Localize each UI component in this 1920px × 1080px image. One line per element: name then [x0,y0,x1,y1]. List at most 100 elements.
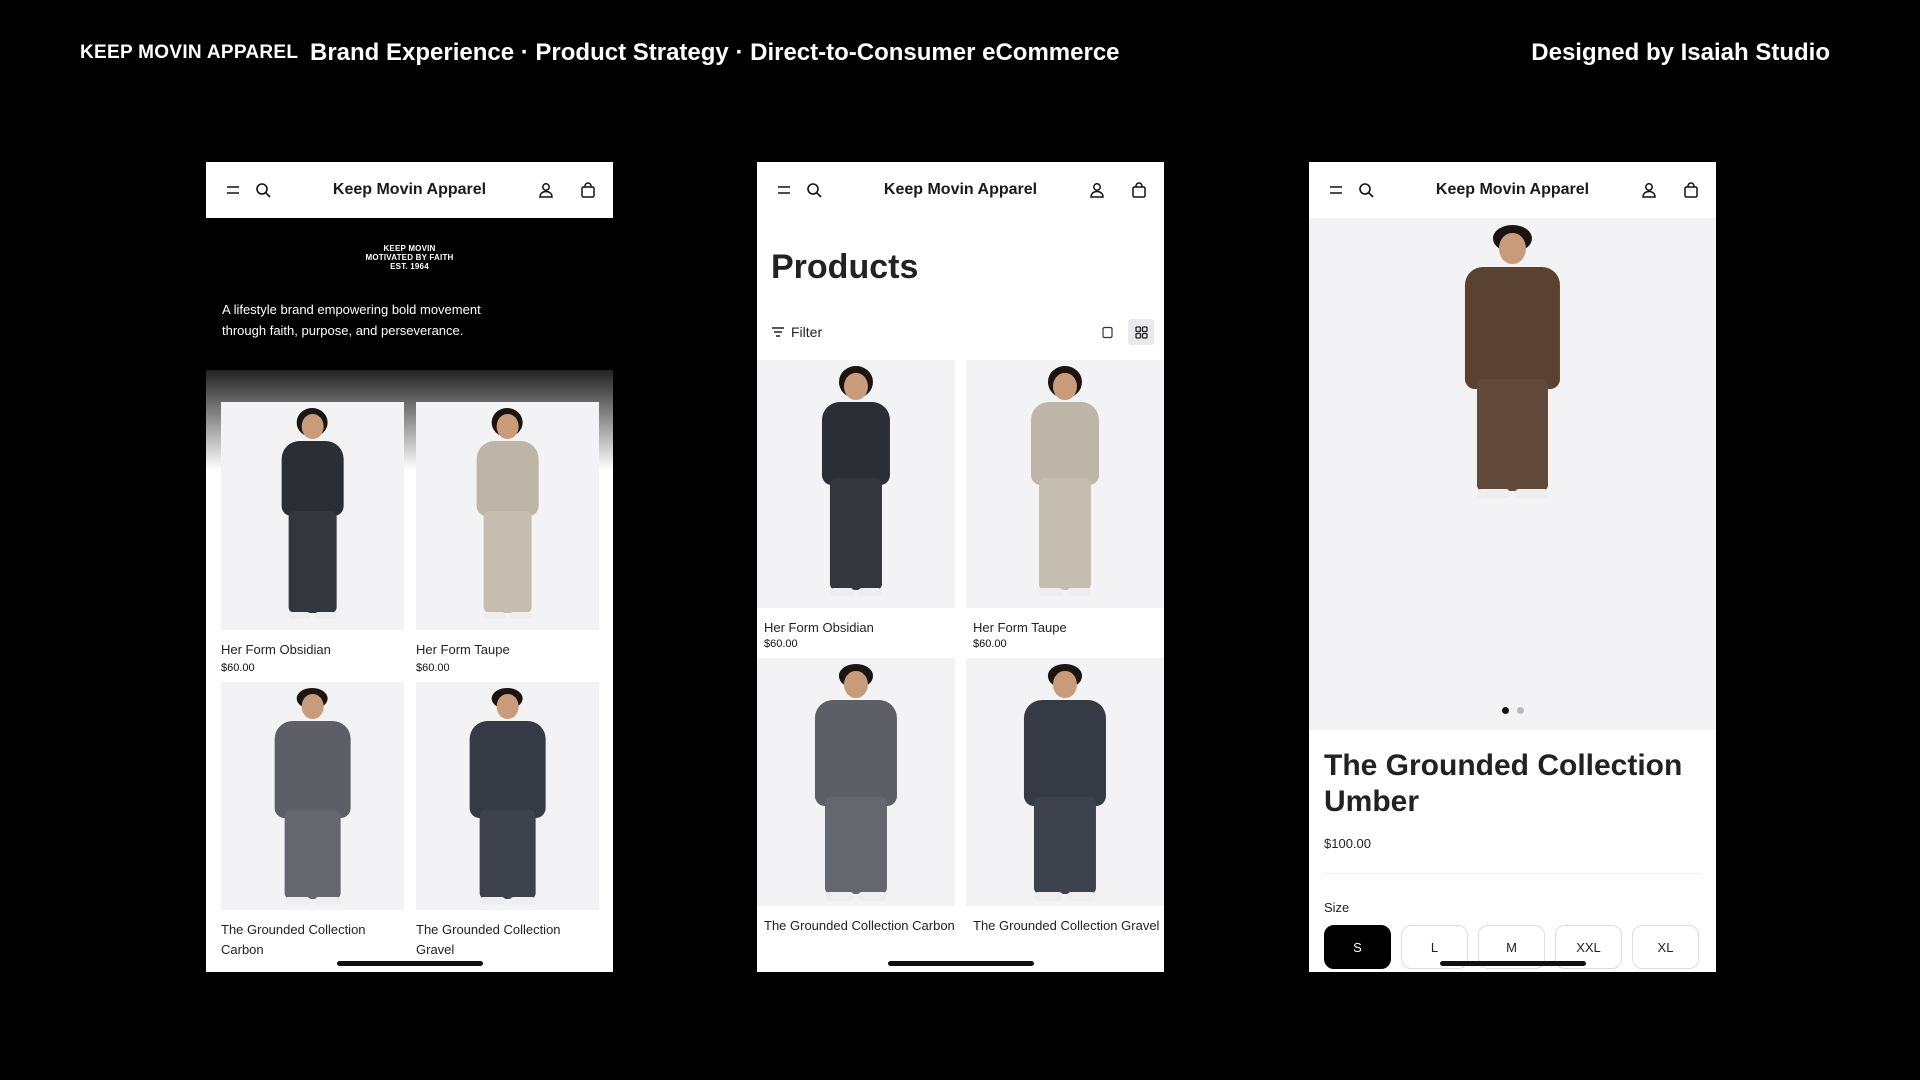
model-shoe [314,611,337,620]
project-tagline: Brand Experience · Product Strategy · Di… [310,39,1120,66]
model-head [1053,372,1077,401]
product-name[interactable]: The Grounded Collection Gravel [966,916,1164,936]
model-head [301,413,324,439]
product-card[interactable]: Her Form Obsidian $60.00 [221,402,404,682]
model-torso [469,720,546,818]
model-shoe [284,897,311,906]
bag-icon[interactable] [1676,175,1706,205]
product-name[interactable]: Her Form Taupe [966,618,1164,638]
product-name[interactable]: The Grounded Collection Gravel [416,920,599,960]
model-legs [479,810,536,900]
home-indicator[interactable] [1439,961,1586,966]
product-card[interactable]: The Grounded Collection Carbon [221,682,404,972]
product-name[interactable]: Her Form Obsidian [757,618,955,638]
size-option[interactable]: XL [1632,925,1699,969]
filter-icon [772,327,784,337]
model-shoe [288,611,311,620]
model-head [844,372,868,401]
model-figure [1007,360,1123,608]
home-indicator[interactable] [336,961,483,966]
model-shoe [479,897,506,906]
model-legs [483,510,532,614]
model-shoe [825,892,854,901]
size-option-selected[interactable]: S [1324,925,1391,969]
product-hero-image[interactable] [1309,218,1716,730]
product-card[interactable]: Her Form Taupe $60.00 [966,360,1164,658]
product-image[interactable] [966,658,1164,906]
product-card[interactable]: The Grounded Collection Gravel [416,682,599,972]
store-topbar: Keep Movin Apparel [1309,162,1716,218]
product-name[interactable]: Her Form Taupe [416,640,599,660]
brand-logo: KEEP MOVIN APPAREL [80,42,299,63]
account-icon[interactable] [1634,175,1664,205]
product-price: $60.00 [973,638,1007,650]
size-label: Size [1324,900,1350,915]
model-head [301,693,324,719]
carousel-dot[interactable] [1516,707,1524,714]
bag-icon[interactable] [573,175,603,205]
menu-icon[interactable] [769,175,799,205]
designer-credit: Designed by Isaiah Studio [1531,39,1830,66]
product-grid: Her Form Obsidian $60.00 Her Form Taupe … [757,360,1164,956]
grid-view-icon [1134,325,1148,339]
home-indicator[interactable] [887,961,1034,966]
product-image[interactable] [966,360,1164,608]
product-name[interactable]: The Grounded Collection Carbon [221,920,404,960]
logo-line: MOTIVATED BY FAITH [365,253,454,262]
account-icon[interactable] [531,175,561,205]
store-topbar: Keep Movin Apparel [206,162,613,218]
product-image[interactable] [416,402,599,630]
model-torso [1031,402,1099,485]
search-icon[interactable] [799,175,829,205]
model-torso [1023,700,1107,806]
product-image[interactable] [221,682,404,910]
product-card[interactable]: Her Form Taupe $60.00 [416,402,599,682]
product-image[interactable] [757,658,955,906]
account-icon[interactable] [1082,175,1112,205]
model-shoe [1038,587,1063,597]
model-shoe [509,897,536,906]
model-shoe [1034,892,1063,901]
product-price: $100.00 [1324,836,1371,851]
search-icon[interactable] [248,175,278,205]
logo-line: KEEP MOVIN [383,244,436,253]
product-image[interactable] [221,402,404,630]
bag-icon[interactable] [1124,175,1154,205]
page-title: Products [771,248,919,286]
phone-home-screen: Keep Movin Apparel KEEP MOVIN MOTIVATED … [206,162,613,972]
image-carousel-dots[interactable] [1501,707,1524,714]
filter-label: Filter [791,324,823,340]
model-head [496,693,519,719]
model-torso [274,720,351,818]
single-view-toggle[interactable] [1094,319,1120,345]
model-legs [825,797,887,895]
menu-icon[interactable] [218,175,248,205]
model-shoe [1067,587,1092,597]
model-head [844,670,868,699]
product-title: The Grounded Collection Umber [1324,749,1683,818]
filter-button[interactable]: Filter [771,324,822,340]
model-torso [1464,266,1561,389]
model-torso [476,440,539,517]
product-card[interactable]: The Grounded Collection Gravel [966,658,1164,956]
search-icon[interactable] [1351,175,1381,205]
model-shoe [509,611,532,620]
phone-products-screen: Keep Movin Apparel Products Filter Her F… [757,162,1164,972]
model-legs [1038,478,1092,591]
model-figure [454,402,561,630]
carousel-dot-active[interactable] [1501,707,1509,714]
product-image[interactable] [416,682,599,910]
model-figure [259,682,366,910]
brand-hero-logo: KEEP MOVIN MOTIVATED BY FAITH EST. 1964 [206,244,613,271]
product-card[interactable]: Her Form Obsidian $60.00 [757,360,955,658]
product-price: $60.00 [221,662,255,674]
grid-view-toggle[interactable] [1128,319,1154,345]
menu-icon[interactable] [1321,175,1351,205]
product-name[interactable]: The Grounded Collection Carbon [757,916,955,936]
product-name[interactable]: Her Form Obsidian [221,640,404,660]
product-price [757,936,955,956]
product-image[interactable] [757,360,955,608]
model-shoe [314,897,341,906]
product-card[interactable]: The Grounded Collection Carbon [757,658,955,956]
model-legs [284,810,341,900]
